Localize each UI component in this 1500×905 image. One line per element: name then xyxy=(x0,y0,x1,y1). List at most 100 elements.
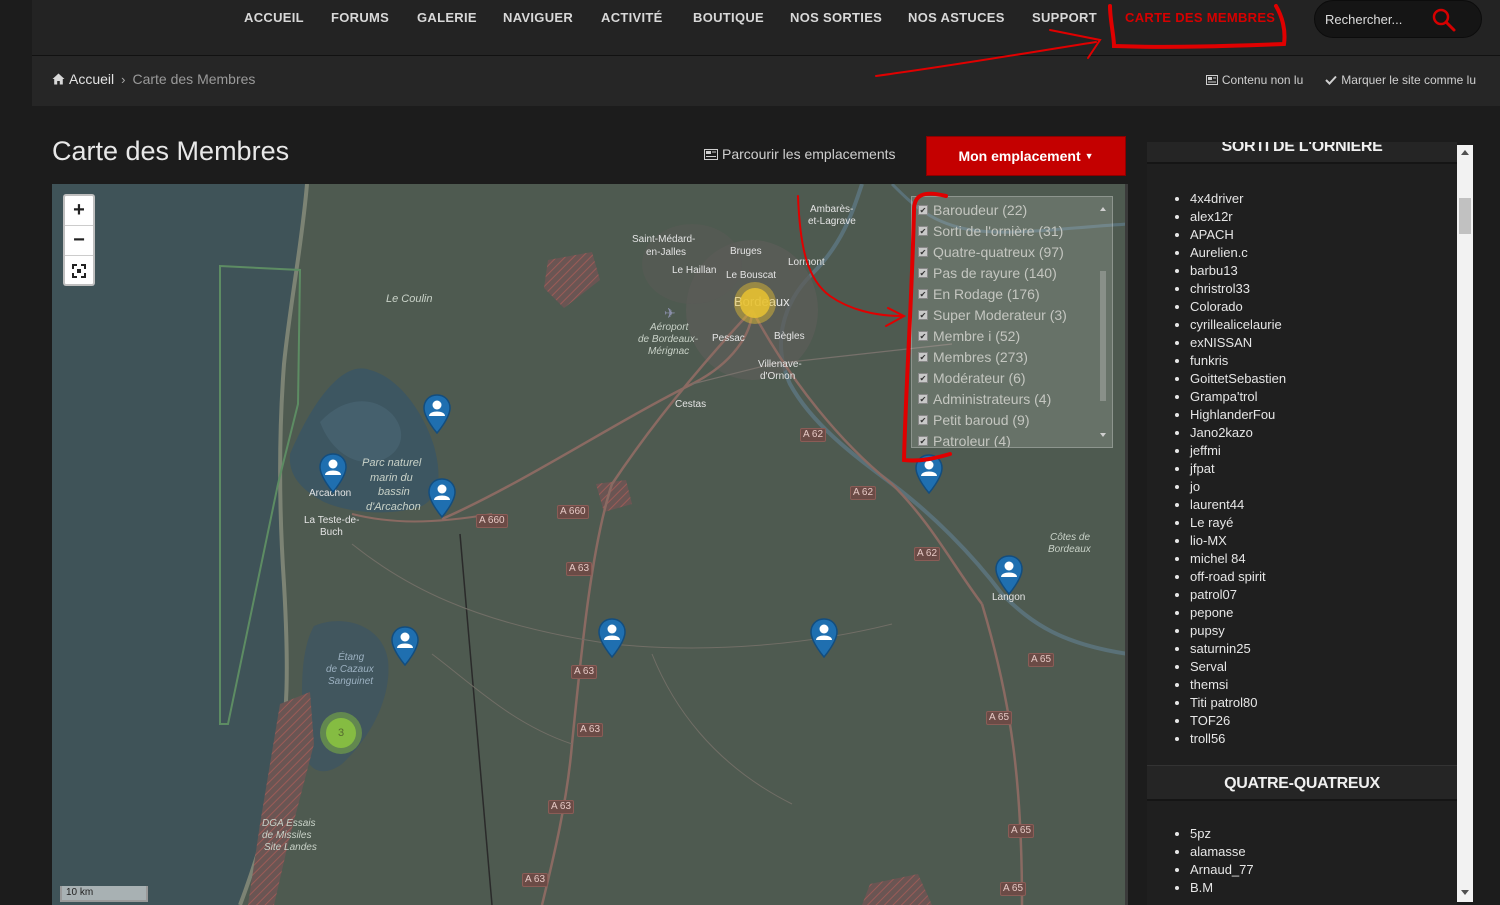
member-marker-icon[interactable] xyxy=(422,394,452,434)
map-place-label: d'Arcachon xyxy=(366,501,421,513)
member-link[interactable]: patrol07 xyxy=(1175,586,1286,604)
checkbox-checked-icon[interactable]: ✔ xyxy=(918,310,928,320)
nav-item-forums[interactable]: FORUMS xyxy=(331,10,389,25)
member-marker-icon[interactable] xyxy=(390,626,420,666)
member-link[interactable]: jeffmi xyxy=(1175,442,1286,460)
breadcrumb-home[interactable]: Accueil xyxy=(52,71,114,87)
checkbox-checked-icon[interactable]: ✔ xyxy=(918,289,928,299)
member-link[interactable]: alex12r xyxy=(1175,208,1286,226)
member-link[interactable]: HighlanderFou xyxy=(1175,406,1286,424)
member-link[interactable]: pepone xyxy=(1175,604,1286,622)
member-link[interactable]: Grampa'trol xyxy=(1175,388,1286,406)
search-icon[interactable] xyxy=(1431,7,1457,33)
group-filter-item[interactable]: ✔ Pas de rayure (140) xyxy=(918,263,1057,283)
nav-item-nos-astuces[interactable]: NOS ASTUCES xyxy=(908,10,1005,25)
member-marker-icon[interactable] xyxy=(914,454,944,494)
nav-item-nos-sorties[interactable]: NOS SORTIES xyxy=(790,10,882,25)
checkbox-checked-icon[interactable]: ✔ xyxy=(918,415,928,425)
member-link[interactable]: Le rayé xyxy=(1175,514,1286,532)
member-link[interactable]: Colorado xyxy=(1175,298,1286,316)
scroll-thumb[interactable] xyxy=(1459,198,1471,234)
member-marker-icon[interactable] xyxy=(597,618,627,658)
nav-item-support[interactable]: SUPPORT xyxy=(1032,10,1097,25)
member-marker-icon[interactable] xyxy=(994,555,1024,595)
nav-item-galerie[interactable]: GALERIE xyxy=(417,10,477,25)
member-link[interactable]: barbu13 xyxy=(1175,262,1286,280)
group-filter-item[interactable]: ✔ Quatre-quatreux (97) xyxy=(918,242,1064,262)
nav-item-accueil[interactable]: ACCUEIL xyxy=(244,10,304,25)
member-link[interactable]: GoittetSebastien xyxy=(1175,370,1286,388)
my-location-button[interactable]: Mon emplacement ▼ xyxy=(926,136,1126,176)
group-filter-item[interactable]: ✔ Patroleur (4) xyxy=(918,431,1011,447)
nav-item-naviguer[interactable]: NAVIGUER xyxy=(503,10,573,25)
group-filter-item[interactable]: ✔ Sorti de l'ornière (31) xyxy=(918,221,1063,241)
group-filter-item[interactable]: ✔ Super Moderateur (3) xyxy=(918,305,1067,325)
sidebar-scrollbar[interactable] xyxy=(1457,145,1473,902)
member-link[interactable]: alamasse xyxy=(1175,843,1254,861)
checkbox-checked-icon[interactable]: ✔ xyxy=(918,436,928,446)
member-link[interactable]: pupsy xyxy=(1175,622,1286,640)
unread-content-link[interactable]: Contenu non lu xyxy=(1205,73,1303,87)
road-label: A 65 xyxy=(1028,653,1055,667)
member-link[interactable]: Titi patrol80 xyxy=(1175,694,1286,712)
member-link[interactable]: Jano2kazo xyxy=(1175,424,1286,442)
member-link[interactable]: jfpat xyxy=(1175,460,1286,478)
member-link[interactable]: jo xyxy=(1175,478,1286,496)
zoom-in-button[interactable]: + xyxy=(65,196,93,226)
member-link[interactable]: michel 84 xyxy=(1175,550,1286,568)
member-link[interactable]: TOF26 xyxy=(1175,712,1286,730)
checkbox-checked-icon[interactable]: ✔ xyxy=(918,394,928,404)
checkbox-checked-icon[interactable]: ✔ xyxy=(918,205,928,215)
nav-item-boutique[interactable]: BOUTIQUE xyxy=(693,10,764,25)
members-map[interactable]: Ambarès- et-Lagrave Saint-Médard- en-Jal… xyxy=(52,184,1128,905)
member-link[interactable]: funkris xyxy=(1175,352,1286,370)
chevron-right-icon: › xyxy=(121,71,126,87)
member-link[interactable]: off-road spirit xyxy=(1175,568,1286,586)
member-link[interactable]: saturnin25 xyxy=(1175,640,1286,658)
fullscreen-button[interactable] xyxy=(65,256,93,286)
mark-site-read-link[interactable]: Marquer le site comme lu xyxy=(1325,73,1476,87)
search-input[interactable] xyxy=(1325,9,1435,29)
group-filter-item[interactable]: ✔ Baroudeur (22) xyxy=(918,200,1027,220)
member-link[interactable]: 5pz xyxy=(1175,825,1254,843)
member-cluster[interactable] xyxy=(734,282,776,324)
member-marker-icon[interactable] xyxy=(427,478,457,518)
checkbox-checked-icon[interactable]: ✔ xyxy=(918,226,928,236)
member-link[interactable]: 4x4driver xyxy=(1175,190,1286,208)
group-filter-item[interactable]: ✔ Membre i (52) xyxy=(918,326,1020,346)
member-link[interactable]: B.M xyxy=(1175,879,1254,897)
group-filter-label: Pas de rayure (140) xyxy=(933,265,1057,281)
member-marker-icon[interactable] xyxy=(809,618,839,658)
member-cluster[interactable]: 3 xyxy=(320,712,362,754)
checkbox-checked-icon[interactable]: ✔ xyxy=(918,352,928,362)
map-place-label: Ambarès- xyxy=(810,204,853,215)
member-link[interactable]: cyrillealicelaurie xyxy=(1175,316,1286,334)
member-link[interactable]: APACH xyxy=(1175,226,1286,244)
group-filter-item[interactable]: ✔ Petit baroud (9) xyxy=(918,410,1030,430)
member-link[interactable]: Aurelien.c xyxy=(1175,244,1286,262)
checkbox-checked-icon[interactable]: ✔ xyxy=(918,247,928,257)
group-filter-item[interactable]: ✔ Administrateurs (4) xyxy=(918,389,1051,409)
member-link[interactable]: lio-MX xyxy=(1175,532,1286,550)
member-marker-icon[interactable] xyxy=(318,453,348,493)
nav-item-activite[interactable]: ACTIVITÉ xyxy=(601,10,663,25)
checkbox-checked-icon[interactable]: ✔ xyxy=(918,268,928,278)
member-link[interactable]: exNISSAN xyxy=(1175,334,1286,352)
member-link[interactable]: themsi xyxy=(1175,676,1286,694)
checkbox-checked-icon[interactable]: ✔ xyxy=(918,373,928,383)
member-link[interactable]: Arnaud_77 xyxy=(1175,861,1254,879)
checkbox-checked-icon[interactable]: ✔ xyxy=(918,331,928,341)
zoom-out-button[interactable]: − xyxy=(65,226,93,256)
member-link[interactable]: christrol33 xyxy=(1175,280,1286,298)
group-filter-item[interactable]: ✔ Membres (273) xyxy=(918,347,1028,367)
group-filter-item[interactable]: ✔ Modérateur (6) xyxy=(918,368,1026,388)
group-filter-scrollbar[interactable] xyxy=(1096,197,1110,448)
member-list: 4x4driver alex12r APACH Aurelien.c barbu13 ch… xyxy=(1175,190,1286,748)
group-filter-item[interactable]: ✔ En Rodage (176) xyxy=(918,284,1040,304)
member-link[interactable]: laurent44 xyxy=(1175,496,1286,514)
member-link[interactable]: Serval xyxy=(1175,658,1286,676)
map-place-label: de Missiles xyxy=(262,830,311,841)
member-link[interactable]: troll56 xyxy=(1175,730,1286,748)
nav-item-carte-des-membres[interactable]: CARTE DES MEMBRES xyxy=(1125,10,1275,25)
browse-locations-link[interactable]: Parcourir les emplacements xyxy=(704,146,896,162)
